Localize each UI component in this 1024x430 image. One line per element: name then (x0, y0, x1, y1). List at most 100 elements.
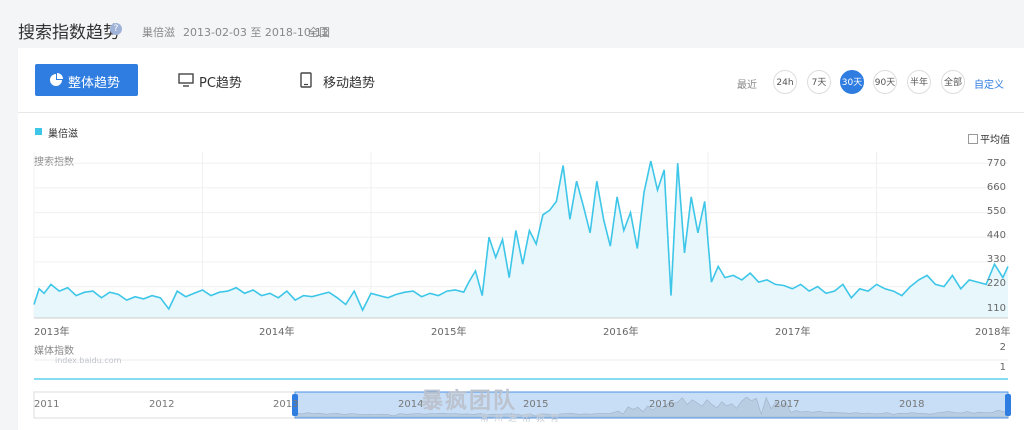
data-point[interactable] (210, 295, 212, 297)
data-point[interactable] (50, 283, 52, 285)
data-point[interactable] (935, 283, 937, 285)
data-point[interactable] (576, 180, 578, 182)
data-point[interactable] (437, 295, 439, 297)
data-point[interactable] (495, 256, 497, 258)
data-point[interactable] (732, 274, 734, 276)
data-point[interactable] (143, 298, 145, 300)
data-point[interactable] (909, 286, 911, 288)
data-point[interactable] (84, 291, 86, 293)
data-point[interactable] (791, 288, 793, 290)
data-point[interactable] (159, 297, 161, 299)
data-point[interactable] (202, 289, 204, 291)
data-point[interactable] (395, 293, 397, 295)
data-point[interactable] (185, 296, 187, 298)
data-point[interactable] (320, 293, 322, 295)
data-point[interactable] (670, 295, 672, 297)
data-point[interactable] (833, 290, 835, 292)
data-point[interactable] (825, 292, 827, 294)
data-point[interactable] (168, 308, 170, 310)
data-point[interactable] (951, 274, 953, 276)
data-point[interactable] (717, 265, 719, 267)
data-point[interactable] (193, 292, 195, 294)
data-point[interactable] (43, 292, 45, 294)
data-point[interactable] (353, 290, 355, 292)
data-point[interactable] (336, 297, 338, 299)
data-point[interactable] (508, 277, 510, 279)
data-point[interactable] (690, 196, 692, 198)
data-point[interactable] (704, 200, 706, 202)
data-point[interactable] (488, 236, 490, 238)
data-point[interactable] (697, 232, 699, 234)
data-point[interactable] (227, 290, 229, 292)
data-point[interactable] (176, 290, 178, 292)
data-point[interactable] (387, 297, 389, 299)
data-point[interactable] (901, 295, 903, 297)
data-point[interactable] (468, 281, 470, 283)
data-point[interactable] (918, 279, 920, 281)
data-point[interactable] (643, 191, 645, 193)
data-point[interactable] (684, 252, 686, 254)
data-point[interactable] (884, 288, 886, 290)
data-point[interactable] (630, 212, 632, 214)
data-point[interactable] (475, 270, 477, 272)
data-point[interactable] (454, 289, 456, 291)
data-point[interactable] (370, 292, 372, 294)
data-point[interactable] (109, 291, 111, 293)
data-point[interactable] (535, 243, 537, 245)
help-icon[interactable]: ? (110, 23, 122, 35)
data-point[interactable] (151, 295, 153, 297)
data-point[interactable] (421, 296, 423, 298)
data-point[interactable] (502, 239, 504, 241)
data-point[interactable] (522, 263, 524, 265)
data-point[interactable] (741, 279, 743, 281)
data-point[interactable] (294, 299, 296, 301)
data-point[interactable] (555, 200, 557, 202)
search-index-chart[interactable] (18, 48, 1024, 430)
data-point[interactable] (404, 291, 406, 293)
data-point[interactable] (636, 248, 638, 250)
data-point[interactable] (616, 196, 618, 198)
data-point[interactable] (277, 297, 279, 299)
data-point[interactable] (362, 309, 364, 311)
data-point[interactable] (117, 293, 119, 295)
data-point[interactable] (286, 290, 288, 292)
data-point[interactable] (596, 180, 598, 182)
data-point[interactable] (800, 283, 802, 285)
data-point[interactable] (657, 189, 659, 191)
data-point[interactable] (876, 283, 878, 285)
data-point[interactable] (775, 283, 777, 285)
data-point[interactable] (328, 291, 330, 293)
data-point[interactable] (1007, 265, 1009, 267)
data-point[interactable] (859, 288, 861, 290)
data-point[interactable] (650, 160, 652, 162)
data-point[interactable] (528, 230, 530, 232)
data-point[interactable] (663, 169, 665, 171)
data-point[interactable] (603, 218, 605, 220)
data-point[interactable] (92, 290, 94, 292)
data-point[interactable] (134, 296, 136, 298)
data-point[interactable] (252, 289, 254, 291)
data-point[interactable] (261, 295, 263, 297)
data-point[interactable] (446, 290, 448, 292)
data-point[interactable] (67, 287, 69, 289)
data-point[interactable] (842, 283, 844, 285)
data-point[interactable] (235, 287, 237, 289)
data-point[interactable] (867, 290, 869, 292)
data-point[interactable] (549, 209, 551, 211)
data-point[interactable] (58, 290, 60, 292)
data-point[interactable] (758, 281, 760, 283)
data-point[interactable] (38, 288, 40, 290)
data-point[interactable] (749, 272, 751, 274)
data-point[interactable] (569, 218, 571, 220)
data-point[interactable] (589, 232, 591, 234)
data-point[interactable] (817, 286, 819, 288)
data-point[interactable] (244, 292, 246, 294)
data-point[interactable] (783, 285, 785, 287)
range-handle-right[interactable] (1005, 394, 1011, 416)
data-point[interactable] (582, 205, 584, 207)
data-point[interactable] (311, 296, 313, 298)
data-point[interactable] (677, 162, 679, 164)
data-point[interactable] (345, 304, 347, 306)
data-point[interactable] (609, 245, 611, 247)
data-point[interactable] (808, 290, 810, 292)
